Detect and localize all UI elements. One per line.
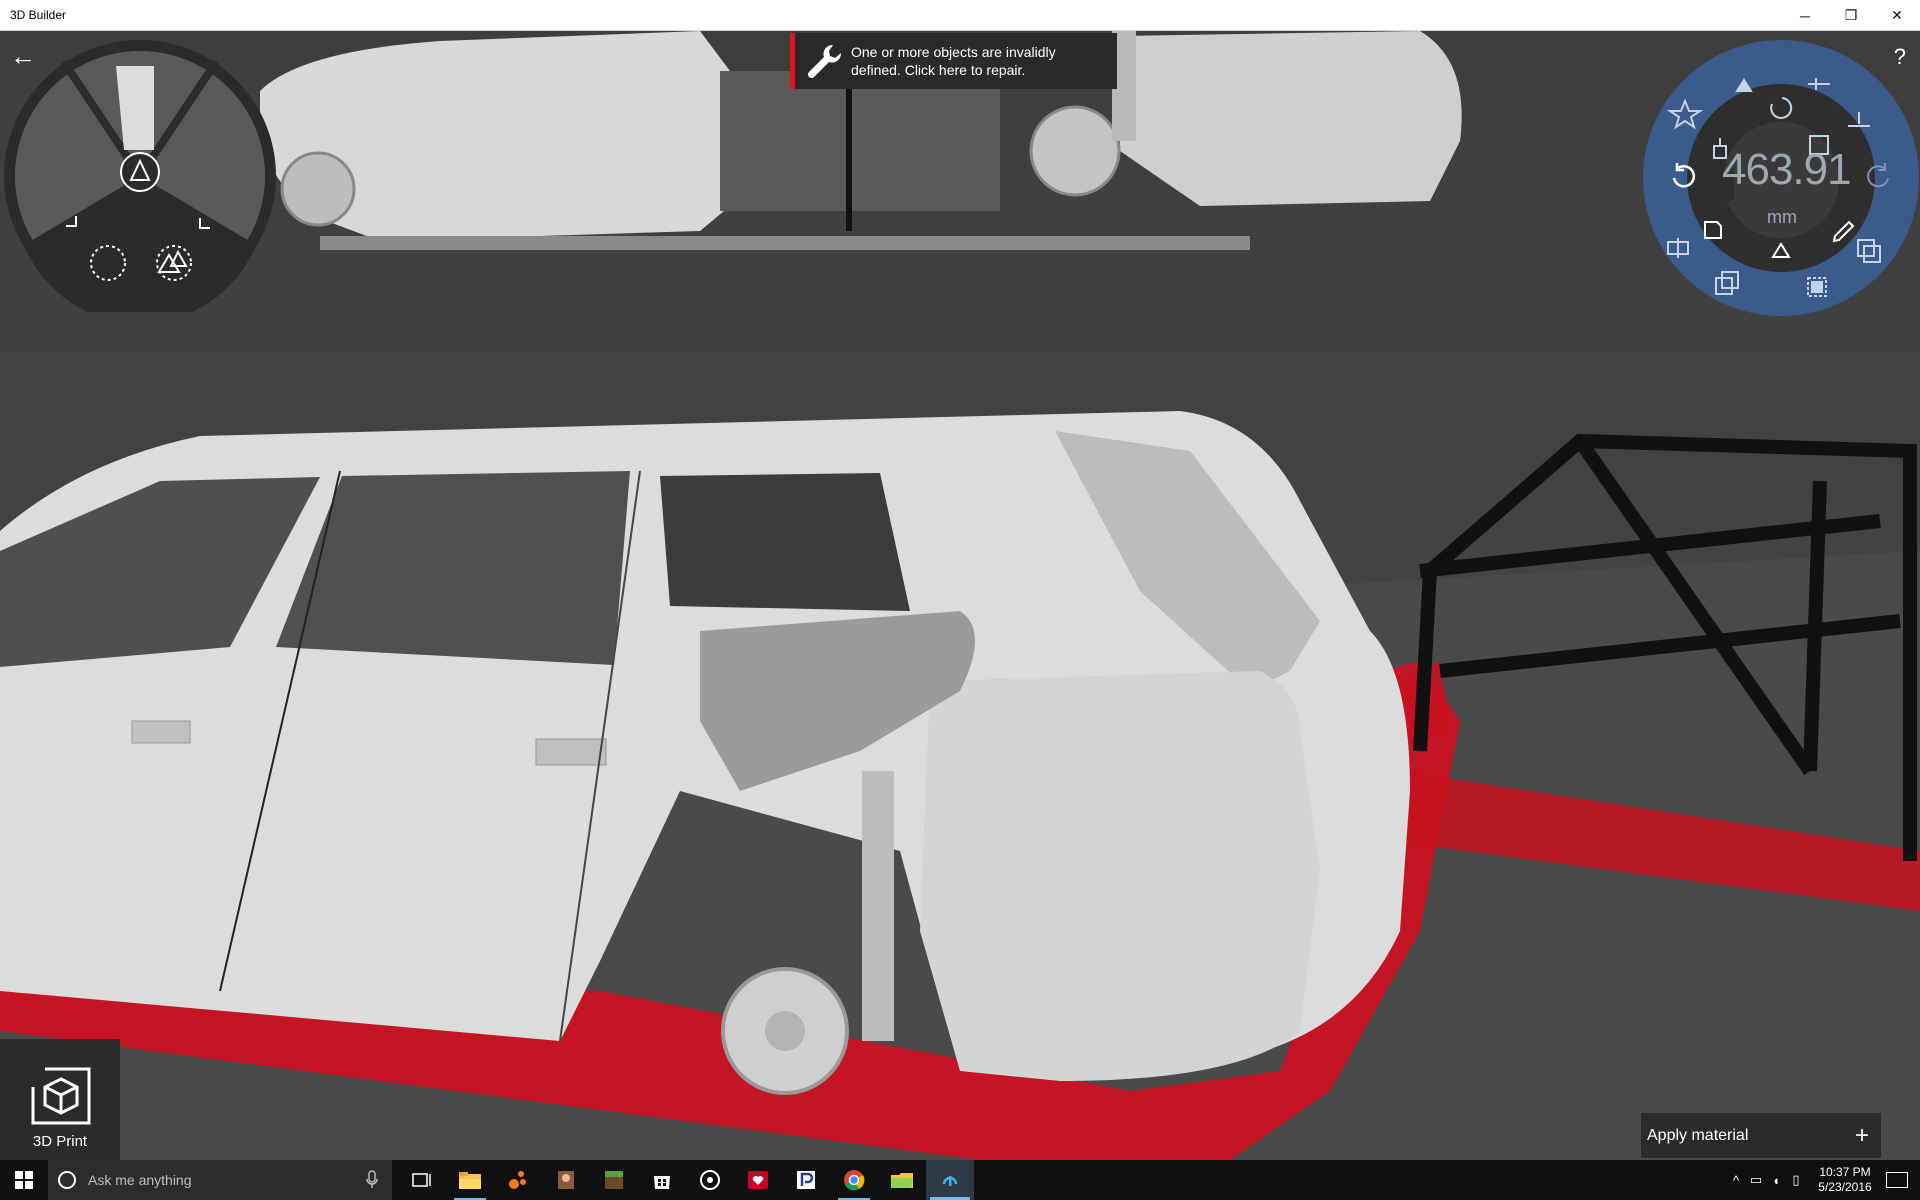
3d-builder-icon[interactable] (926, 1160, 974, 1200)
plus-icon: + (1854, 1121, 1869, 1149)
notification-message: One or more objects are invalidly define… (851, 44, 1056, 78)
iheart-icon[interactable] (734, 1160, 782, 1200)
clock-time: 10:37 PM (1819, 1165, 1871, 1179)
store-icon[interactable] (638, 1160, 686, 1200)
help-button[interactable]: ? (1894, 44, 1906, 70)
network-icon[interactable]: ▭ (1746, 1172, 1766, 1188)
door-handle-rear (535, 738, 607, 766)
taskbar-apps (398, 1160, 974, 1200)
window-rear (660, 473, 910, 611)
volume-icon[interactable]: ◖ (1766, 1173, 1786, 1188)
maximize-button[interactable]: ❐ (1828, 0, 1874, 31)
chrome-icon[interactable] (830, 1160, 878, 1200)
top-wheel-hub-left (280, 151, 356, 227)
window-title: 3D Builder (10, 8, 67, 22)
cortana-search-box[interactable]: Ask me anything (48, 1160, 392, 1200)
show-hidden-icons[interactable]: ^ (1726, 1173, 1746, 1188)
left-tool-wheel (4, 40, 276, 312)
minecraft-icon[interactable] (590, 1160, 638, 1200)
triangle-tool-icon[interactable] (120, 152, 160, 192)
3d-print-button[interactable]: 3D Print (0, 1039, 120, 1160)
repair-notification[interactable]: One or more objects are invalidly define… (790, 33, 1117, 89)
search-placeholder: Ask me anything (88, 1172, 192, 1188)
task-view-icon[interactable] (398, 1160, 446, 1200)
windows-logo-icon (15, 1171, 33, 1189)
wrench-icon (807, 44, 842, 79)
open-rear-door (920, 671, 1320, 1081)
action-center-icon[interactable] (1886, 1172, 1908, 1188)
microphone-icon[interactable] (366, 1170, 378, 1190)
measurement-value: 463.91 (1722, 145, 1852, 194)
top-car-interior (720, 71, 1000, 211)
cortana-icon (58, 1171, 76, 1189)
top-wheel-hub-right (1029, 105, 1121, 197)
3d-print-icon (31, 1067, 91, 1125)
window-controls: ─ ❐ ✕ (1782, 0, 1920, 31)
measurement-unit: mm (1767, 207, 1797, 227)
coil-spring (862, 771, 894, 1041)
app-dots-icon[interactable] (494, 1160, 542, 1200)
groove-icon[interactable] (686, 1160, 734, 1200)
3d-viewport[interactable]: ← (0, 31, 1920, 1160)
scene-render[interactable] (0, 31, 1920, 1160)
apply-material-button[interactable]: Apply material + (1641, 1113, 1881, 1158)
minimize-button[interactable]: ─ (1782, 0, 1828, 31)
clock-date: 5/23/2016 (1818, 1180, 1872, 1194)
top-strut (846, 81, 852, 231)
apply-material-label: Apply material (1647, 1126, 1749, 1144)
door-handle-front (131, 720, 191, 744)
wheel-center (765, 1011, 805, 1051)
top-car-rear (1120, 31, 1462, 206)
pandora-icon[interactable] (782, 1160, 830, 1200)
file-explorer-icon[interactable] (446, 1160, 494, 1200)
clock[interactable]: 10:37 PM 5/23/2016 (1812, 1165, 1878, 1195)
start-button[interactable] (0, 1160, 48, 1200)
close-button[interactable]: ✕ (1874, 0, 1920, 31)
title-bar: 3D Builder ─ ❐ ✕ (0, 0, 1920, 31)
top-car-axle (320, 236, 1250, 250)
game-icon[interactable] (542, 1160, 590, 1200)
folder-icon[interactable] (878, 1160, 926, 1200)
battery-icon[interactable]: ▯ (1786, 1172, 1806, 1188)
3d-print-label: 3D Print (32, 1133, 88, 1150)
taskbar: Ask me anything ^ ▭ ◖ ▯ 10:37 PM 5/23/20… (0, 1160, 1920, 1200)
system-tray: ^ ▭ ◖ ▯ 10:37 PM 5/23/2016 (1726, 1160, 1920, 1200)
